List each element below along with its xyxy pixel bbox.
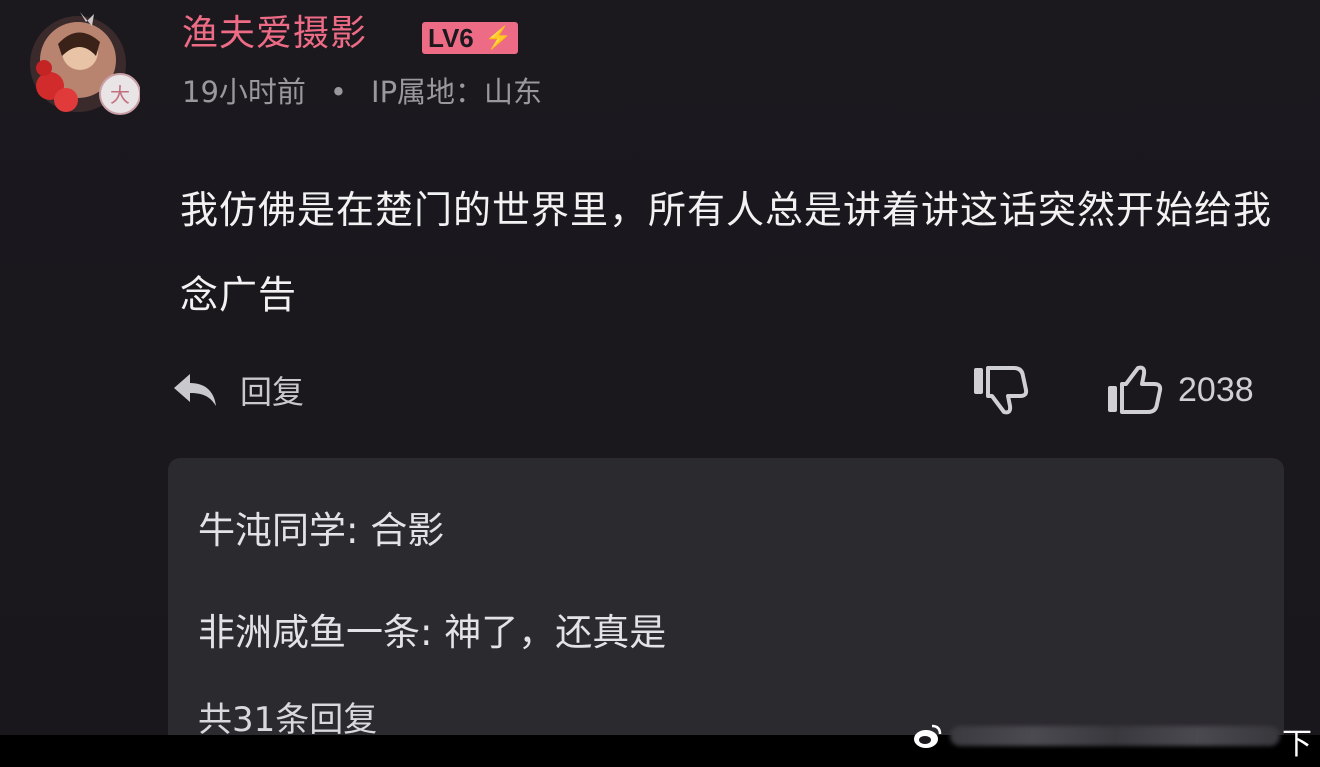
view-all-replies-link[interactable]: 共31条回复 [198,692,377,735]
reply-label: 回复 [240,373,305,411]
avatar-image: 大 [30,12,141,115]
dislike-button[interactable] [970,364,1030,420]
like-button[interactable]: 2038 [1104,364,1254,416]
weibo-logo-icon [914,724,942,748]
action-bar: 回复 2038 [0,360,1320,420]
thumbs-up-icon [1108,365,1163,414]
user-avatar[interactable]: 大 [22,8,141,120]
comment-card: 大 渔夫爱摄影 LV6 ⚡ 19小时前 • IP属地：山东 我仿佛是在楚门的世界里，… [0,0,1320,735]
post-meta: 19小时前 • IP属地：山东 [182,74,542,110]
reply-arrow-icon [174,374,216,406]
username[interactable]: 渔夫爱摄影 [182,14,367,54]
svg-text:大: 大 [110,83,130,107]
thumbs-down-icon [974,366,1029,415]
like-count: 2038 [1178,370,1254,409]
corner-glyph: 下 [1282,727,1312,762]
reply-item[interactable]: 非洲咸鱼一条: 神了，还真是 [198,602,666,656]
level-badge: LV6 ⚡ [422,22,518,54]
time-ago: 19小时前 [182,75,306,109]
watermark [912,722,1280,750]
reply-button[interactable]: 回复 [172,366,304,414]
comment-text: 我仿佛是在楚门的世界里，所有人总是讲着讲这话突然开始给我念广告 [180,188,1273,317]
ip-location: IP属地：山东 [371,75,543,109]
reply-item[interactable]: 牛沌同学: 合影 [198,500,444,554]
meta-separator: • [329,75,348,109]
blurred-watermark-text [950,726,1280,746]
level-badge-text: LV6 [428,23,474,53]
reply-preview-panel[interactable]: 牛沌同学: 合影 非洲咸鱼一条: 神了，还真是 共31条回复 [168,458,1284,735]
lightning-icon: ⚡ [484,25,512,50]
